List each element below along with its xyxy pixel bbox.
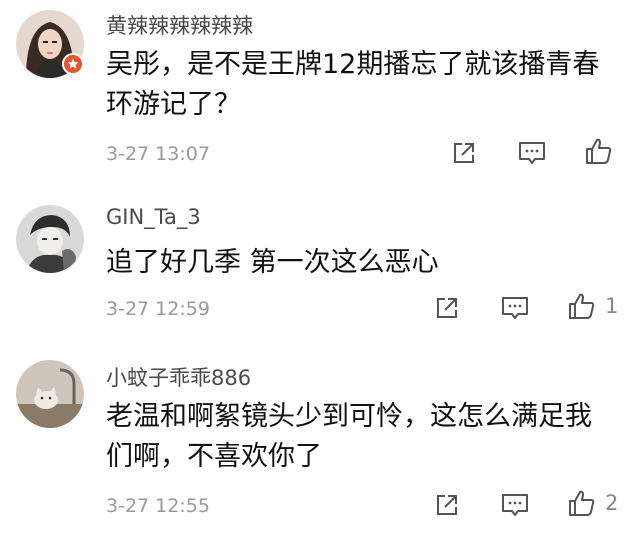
- like-button[interactable]: 2: [567, 488, 618, 518]
- reply-button[interactable]: [500, 490, 530, 520]
- comment-item: 小蚊子乖乖886 老温和啊絮镜头少到可怜，这怎么满足我们啊，不喜欢你了 3-27…: [0, 0, 634, 549]
- user-avatar-cat-icon: [16, 360, 84, 428]
- avatar[interactable]: [16, 360, 84, 428]
- timestamp: 3-27 12:55: [106, 495, 210, 517]
- share-button[interactable]: [433, 490, 461, 520]
- share-icon: [437, 495, 457, 515]
- comment-text: 老温和啊絮镜头少到可怜，这怎么满足我们啊，不喜欢你了: [106, 401, 592, 472]
- like-count: 2: [605, 491, 619, 515]
- thumbs-up-icon: [569, 490, 595, 516]
- reply-icon: [502, 494, 528, 516]
- username[interactable]: 小蚊子乖乖886: [106, 362, 251, 392]
